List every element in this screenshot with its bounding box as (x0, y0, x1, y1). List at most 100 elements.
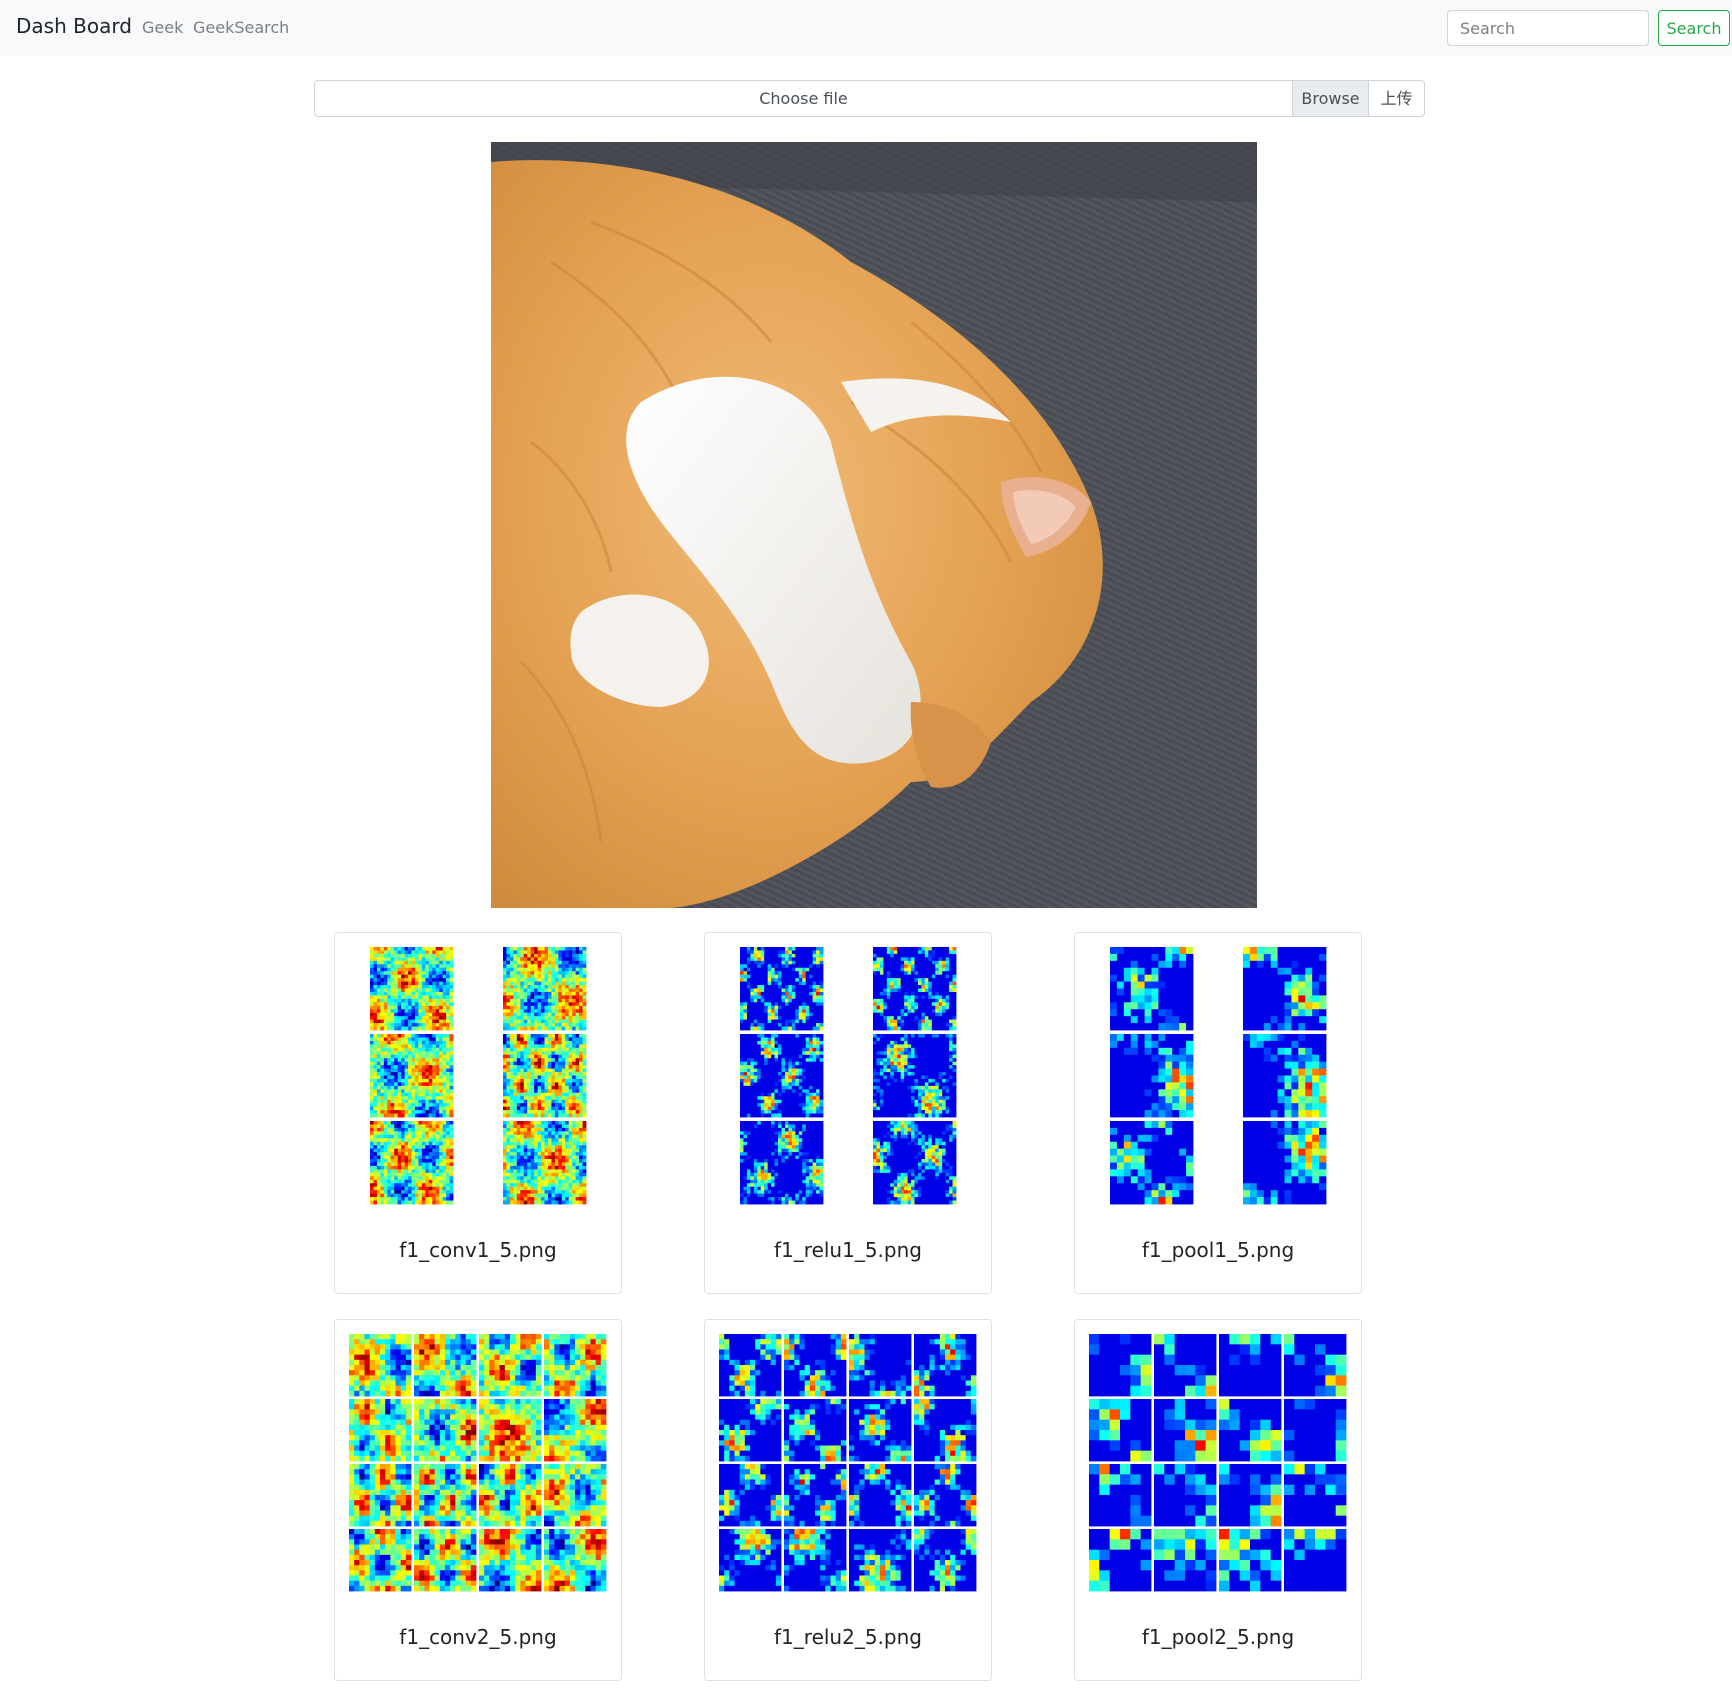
feature-map-tile (1089, 1529, 1152, 1592)
feature-map-tile (1154, 1464, 1217, 1527)
feature-map-tile (370, 947, 454, 1031)
feature-map-tile (784, 1334, 847, 1397)
feature-map-tile (544, 1529, 607, 1592)
feature-map-image (1089, 1334, 1347, 1592)
result-card: f1_conv1_5.png (334, 932, 622, 1294)
feature-map-tile (1154, 1529, 1217, 1592)
feature-map-image (1089, 947, 1347, 1205)
search-input[interactable] (1447, 10, 1649, 46)
feature-map-tile (740, 1121, 824, 1205)
feature-map-tile (503, 1034, 587, 1118)
feature-map-tile (1243, 1034, 1327, 1118)
feature-map-tile (414, 1399, 477, 1462)
result-card: f1_pool1_5.png (1074, 932, 1362, 1294)
nav-link-geek[interactable]: Geek (142, 18, 183, 37)
card-filename: f1_pool2_5.png (1141, 1625, 1295, 1649)
feature-map-grid (1089, 1334, 1347, 1592)
feature-map-tile (914, 1464, 977, 1527)
feature-map-tile (544, 1334, 607, 1397)
feature-map-tile (914, 1334, 977, 1397)
feature-map-tile (1243, 1121, 1327, 1205)
feature-map-tile (1284, 1529, 1347, 1592)
feature-map-tile (1110, 1034, 1194, 1118)
feature-map-tile (784, 1399, 847, 1462)
feature-map-tile (479, 1399, 542, 1462)
feature-map-tile (1154, 1399, 1217, 1462)
feature-map-tile (370, 1034, 454, 1118)
feature-map-tile (849, 1334, 912, 1397)
feature-map-tile (479, 1334, 542, 1397)
feature-map-tile (740, 1034, 824, 1118)
feature-map-tile (1089, 1464, 1152, 1527)
feature-map-tile (544, 1399, 607, 1462)
feature-map-tile (719, 1399, 782, 1462)
feature-map-tile (719, 1334, 782, 1397)
feature-map-tile (1089, 1399, 1152, 1462)
feature-map-tile (1284, 1399, 1347, 1462)
feature-map-tile (849, 1529, 912, 1592)
card-filename: f1_pool1_5.png (1141, 1238, 1295, 1262)
result-card: f1_relu1_5.png (704, 932, 992, 1294)
feature-map-tile (719, 1529, 782, 1592)
result-card: f1_pool2_5.png (1074, 1319, 1362, 1681)
feature-map-tile (740, 947, 824, 1031)
choose-file-input[interactable]: Choose file (315, 81, 1292, 116)
feature-map-tile (349, 1334, 412, 1397)
card-filename: f1_conv1_5.png (399, 1238, 557, 1262)
uploaded-cat-image (491, 142, 1257, 908)
feature-map-tile (873, 1121, 957, 1205)
feature-map-grid (719, 1334, 977, 1592)
feature-map-tile (414, 1334, 477, 1397)
feature-map-tile (1243, 947, 1327, 1031)
feature-map-grid (370, 947, 587, 1205)
feature-map-tile (914, 1399, 977, 1462)
navbar: Dash Board Geek GeekSearch Search (0, 0, 1732, 56)
feature-map-tile (1154, 1334, 1217, 1397)
feature-map-image (349, 947, 607, 1205)
result-card: f1_conv2_5.png (334, 1319, 622, 1681)
feature-map-tile (479, 1464, 542, 1527)
feature-map-tile (784, 1464, 847, 1527)
feature-map-image (719, 1334, 977, 1592)
card-filename: f1_relu1_5.png (774, 1238, 922, 1262)
feature-map-tile (370, 1121, 454, 1205)
feature-map-tile (1284, 1334, 1347, 1397)
feature-map-tile (873, 1034, 957, 1118)
feature-map-tile (349, 1399, 412, 1462)
feature-map-tile (544, 1464, 607, 1527)
feature-map-tile (349, 1464, 412, 1527)
feature-map-tile (1110, 947, 1194, 1031)
feature-map-grid (349, 1334, 607, 1592)
nav-link-geeksearch[interactable]: GeekSearch (193, 18, 289, 37)
feature-map-tile (719, 1464, 782, 1527)
feature-map-tile (1219, 1529, 1282, 1592)
feature-map-tile (503, 947, 587, 1031)
feature-map-tile (1110, 1121, 1194, 1205)
feature-map-tile (873, 947, 957, 1031)
card-filename: f1_conv2_5.png (399, 1625, 557, 1649)
feature-map-tile (414, 1464, 477, 1527)
feature-map-tile (1219, 1399, 1282, 1462)
feature-map-tile (414, 1529, 477, 1592)
feature-map-tile (503, 1121, 587, 1205)
feature-map-image (349, 1334, 607, 1592)
feature-map-tile (784, 1529, 847, 1592)
browse-button[interactable]: Browse (1292, 81, 1368, 116)
feature-map-tile (349, 1529, 412, 1592)
feature-map-tile (479, 1529, 542, 1592)
feature-map-tile (1219, 1334, 1282, 1397)
feature-map-tile (914, 1529, 977, 1592)
feature-map-tile (1284, 1464, 1347, 1527)
card-filename: f1_relu2_5.png (774, 1625, 922, 1649)
file-upload-group: Choose file Browse 上传 (314, 80, 1425, 117)
feature-map-tile (1089, 1334, 1152, 1397)
feature-map-tile (1219, 1464, 1282, 1527)
search-button[interactable]: Search (1658, 10, 1730, 46)
feature-map-tile (849, 1399, 912, 1462)
brand-link[interactable]: Dash Board (16, 14, 132, 38)
feature-map-grid (1110, 947, 1327, 1205)
feature-map-grid (740, 947, 957, 1205)
result-card: f1_relu2_5.png (704, 1319, 992, 1681)
feature-map-image (719, 947, 977, 1205)
upload-button[interactable]: 上传 (1368, 81, 1424, 116)
